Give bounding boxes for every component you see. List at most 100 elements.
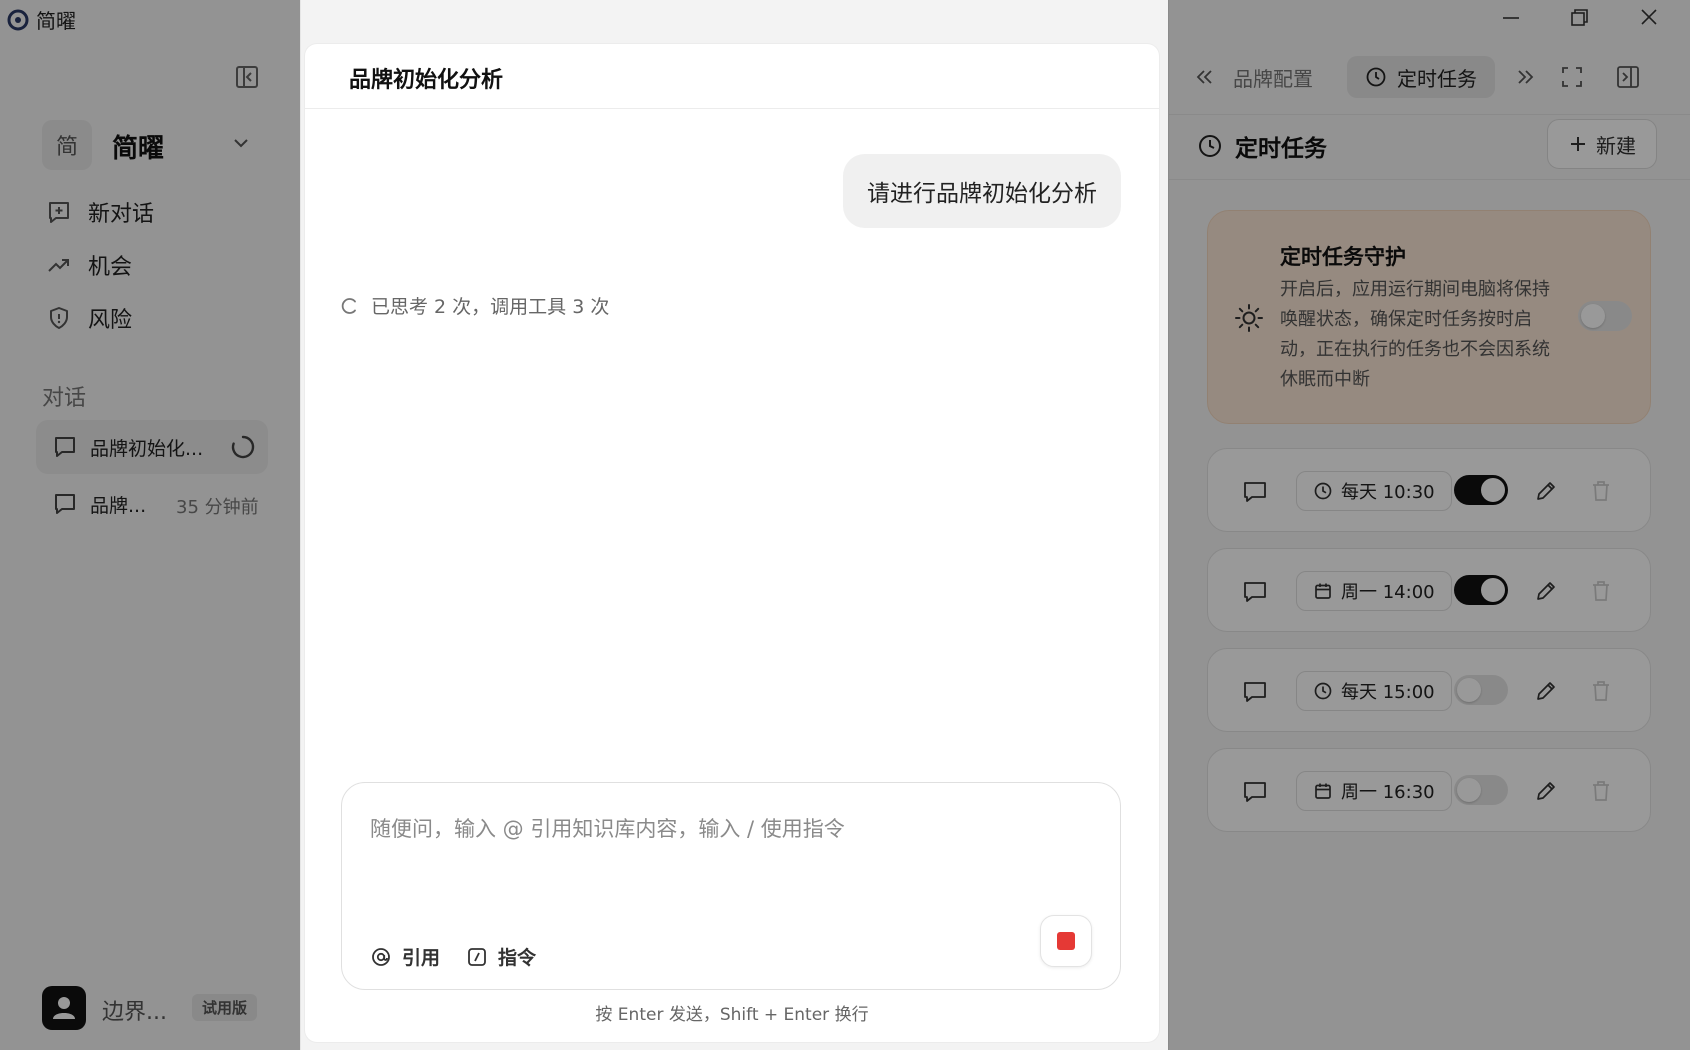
stop-icon xyxy=(1057,932,1075,950)
user-name: 边界... xyxy=(102,1000,167,1025)
avatar xyxy=(42,986,86,1030)
chat-bubble-icon xyxy=(52,434,78,460)
workspace-avatar: 简 xyxy=(42,120,92,170)
shield-icon xyxy=(46,305,72,331)
task-card[interactable]: 每天 10:30 xyxy=(1207,448,1651,532)
task-toggle[interactable] xyxy=(1454,575,1508,605)
close-icon[interactable] xyxy=(1635,6,1663,30)
new-task-label: 新建 xyxy=(1596,133,1636,158)
task-schedule[interactable]: 每天 15:00 xyxy=(1296,671,1452,711)
minimize-icon[interactable] xyxy=(1497,6,1525,30)
trash-icon[interactable] xyxy=(1590,679,1612,703)
toggle-knob xyxy=(1457,678,1481,702)
conversation-item[interactable]: 品牌初始化... xyxy=(36,420,268,474)
clock-icon xyxy=(1314,482,1332,500)
composer-hint: 按 Enter 发送，Shift + Enter 换行 xyxy=(595,1005,869,1025)
collapse-sidebar-icon[interactable] xyxy=(234,64,260,90)
chevrons-right-icon[interactable] xyxy=(1513,66,1537,88)
toggle-knob xyxy=(1457,778,1481,802)
calendar-icon xyxy=(1315,583,1331,599)
conversations-section-label: 对话 xyxy=(42,386,87,411)
panel-toggle-icon[interactable] xyxy=(1615,64,1641,90)
guard-toggle[interactable] xyxy=(1578,301,1632,331)
sun-icon xyxy=(1234,303,1264,333)
trash-icon[interactable] xyxy=(1590,479,1612,503)
toggle-knob xyxy=(1481,478,1505,502)
thinking-status[interactable]: 已思考 2 次，调用工具 3 次 xyxy=(341,292,609,319)
nav-risks[interactable]: 风险 xyxy=(46,298,276,338)
chevrons-left-icon[interactable] xyxy=(1193,66,1217,88)
guard-title: 定时任务守护 xyxy=(1280,245,1406,269)
user-profile[interactable]: 边界... 试用版 xyxy=(42,986,282,1032)
schedule-text: 周一 14:00 xyxy=(1341,582,1435,603)
nav-label: 风险 xyxy=(88,308,133,333)
fullscreen-icon[interactable] xyxy=(1559,64,1585,90)
task-card[interactable]: 周一 16:30 xyxy=(1207,748,1651,832)
restore-icon[interactable] xyxy=(1565,6,1593,30)
edit-icon[interactable] xyxy=(1534,679,1558,703)
edit-icon[interactable] xyxy=(1534,479,1558,503)
chevron-down-icon xyxy=(230,132,252,154)
stop-button[interactable] xyxy=(1040,915,1092,967)
trash-icon[interactable] xyxy=(1590,779,1612,803)
schedule-text: 每天 15:00 xyxy=(1341,682,1435,703)
loading-spinner-icon xyxy=(230,434,256,460)
task-schedule[interactable]: 每天 10:30 xyxy=(1296,471,1452,511)
task-toggle[interactable] xyxy=(1454,775,1508,805)
task-schedule[interactable]: 周一 16:30 xyxy=(1296,771,1452,811)
task-toggle[interactable] xyxy=(1454,675,1508,705)
edit-icon[interactable] xyxy=(1534,779,1558,803)
sidebar: 简曜 简 简曜 新对话 机会 风险 对话 品牌初始化... 品牌... 35 分… xyxy=(0,0,301,1050)
clock-icon xyxy=(1314,682,1332,700)
quote-button[interactable]: 引用 xyxy=(370,943,440,970)
nav-opportunities[interactable]: 机会 xyxy=(46,245,276,285)
chat-header: 品牌初始化分析 xyxy=(305,44,1159,109)
panel-title: 定时任务 xyxy=(1197,129,1327,163)
panel-header: 定时任务 新建 xyxy=(1169,114,1690,180)
composer-input[interactable]: 随便问，输入 @ 引用知识库内容，输入 / 使用指令 xyxy=(370,813,845,843)
right-panel: 品牌配置 定时任务 定时任务 新建 定时任务守护 开启后，应用运行期间电脑将保持… xyxy=(1168,0,1690,1050)
new-task-button[interactable]: 新建 xyxy=(1547,119,1657,169)
schedule-text: 周一 16:30 xyxy=(1341,782,1435,803)
calendar-icon xyxy=(1315,783,1331,799)
user-message: 请进行品牌初始化分析 xyxy=(843,154,1121,228)
conversation-title: 品牌初始化... xyxy=(90,438,204,460)
thinking-text: 已思考 2 次，调用工具 3 次 xyxy=(371,296,610,318)
workspace-switcher[interactable]: 简 简曜 xyxy=(42,118,270,172)
task-card[interactable]: 周一 14:00 xyxy=(1207,548,1651,632)
conversation-title: 品牌... xyxy=(90,495,147,517)
chat-bubble-icon xyxy=(1242,679,1268,705)
nav-label: 机会 xyxy=(88,255,133,280)
toggle-knob xyxy=(1481,578,1505,602)
conversation-time: 35 分钟前 xyxy=(176,497,259,518)
plus-icon xyxy=(1571,137,1585,151)
slash-command-icon xyxy=(468,947,486,966)
edit-icon[interactable] xyxy=(1534,579,1558,603)
new-chat-icon xyxy=(46,199,72,225)
clock-icon xyxy=(1366,67,1386,87)
nav-new-chat[interactable]: 新对话 xyxy=(46,192,276,232)
chat-bubble-icon xyxy=(52,491,78,517)
tab-brand-config[interactable]: 品牌配置 xyxy=(1233,56,1313,98)
task-schedule[interactable]: 周一 14:00 xyxy=(1296,571,1452,611)
clock-icon xyxy=(1199,135,1221,157)
guard-description: 开启后，应用运行期间电脑将保持唤醒状态，确保定时任务按时启动，正在执行的任务也不… xyxy=(1280,279,1550,390)
conversation-item[interactable]: 品牌... 35 分钟前 xyxy=(36,477,268,531)
panel-title-text: 定时任务 xyxy=(1235,136,1327,162)
thinking-spinner-icon xyxy=(341,297,356,314)
chat-bubble-icon xyxy=(1242,479,1268,505)
task-card[interactable]: 每天 15:00 xyxy=(1207,648,1651,732)
tab-scheduled-tasks[interactable]: 定时任务 xyxy=(1347,56,1495,98)
trash-icon[interactable] xyxy=(1590,579,1612,603)
schedule-text: 每天 10:30 xyxy=(1341,482,1435,503)
chat-bubble-icon xyxy=(1242,779,1268,805)
message-composer[interactable]: 随便问，输入 @ 引用知识库内容，输入 / 使用指令 引用 指令 xyxy=(341,782,1121,990)
plan-badge: 试用版 xyxy=(192,994,258,1021)
command-button[interactable]: 指令 xyxy=(466,943,536,970)
task-toggle[interactable] xyxy=(1454,475,1508,505)
panel-tabbar: 品牌配置 定时任务 xyxy=(1169,50,1690,104)
quote-label: 引用 xyxy=(402,947,441,969)
tab-label: 定时任务 xyxy=(1397,66,1477,91)
at-icon xyxy=(372,947,390,966)
app-logo-icon xyxy=(6,8,30,32)
